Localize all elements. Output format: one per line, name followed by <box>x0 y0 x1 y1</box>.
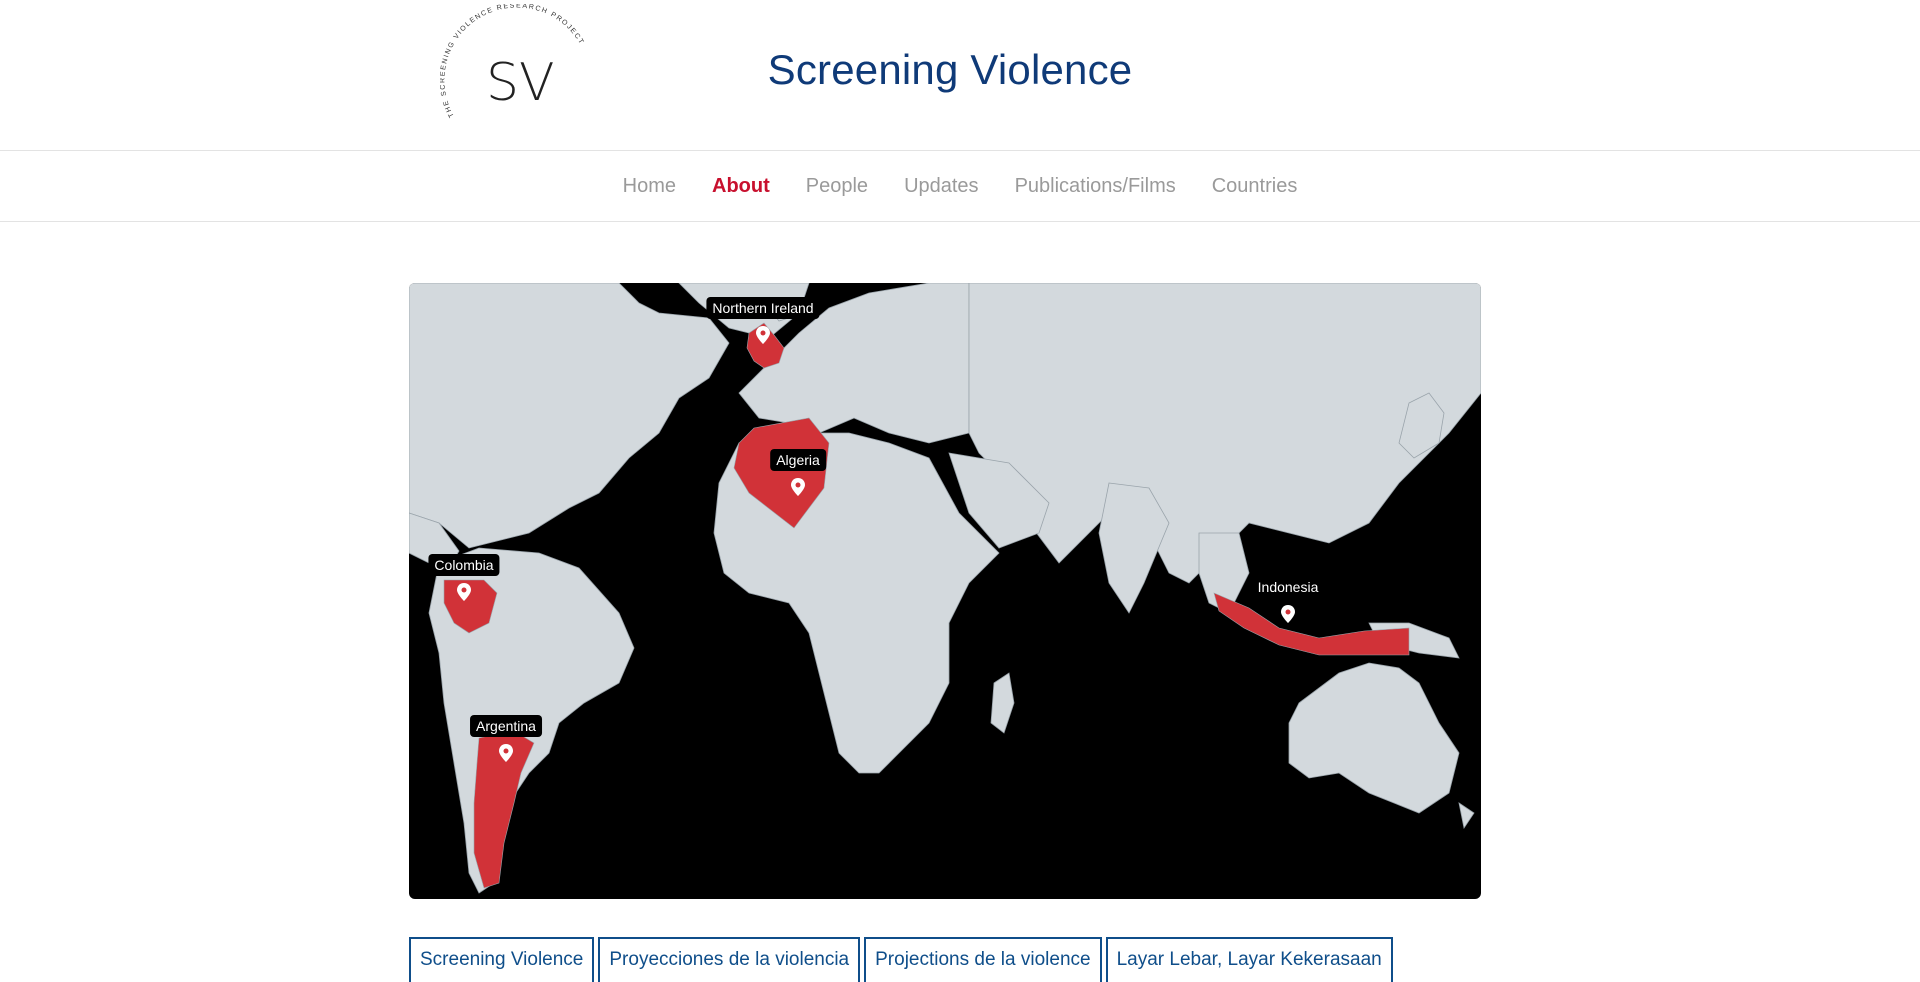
nav-item-home[interactable]: Home <box>623 175 676 198</box>
marker-label-indonesia[interactable]: Indonesia <box>1251 576 1325 598</box>
tab-screening-violence[interactable]: Screening Violence <box>409 937 595 982</box>
nav-item-people[interactable]: People <box>806 175 868 198</box>
marker-label-colombia[interactable]: Colombia <box>428 554 500 576</box>
new-zealand-shape <box>1458 802 1475 830</box>
marker-label-argentina[interactable]: Argentina <box>470 715 542 737</box>
world-map[interactable]: Northern Ireland Algeria Colombia Indone… <box>409 283 1481 899</box>
site-header: THE SCREENING VIOLENCE RESEARCH PROJECT … <box>0 0 1920 150</box>
australia-shape <box>1288 662 1460 814</box>
tab-layar-lebar-layar-kekerasaan[interactable]: Layar Lebar, Layar Kekerasaan <box>1105 937 1393 982</box>
nav-item-updates[interactable]: Updates <box>904 175 979 198</box>
map-pin-icon[interactable] <box>457 583 471 601</box>
map-pin-icon[interactable] <box>756 326 770 344</box>
nav-item-publications-films[interactable]: Publications/Films <box>1015 175 1176 198</box>
nav-item-countries[interactable]: Countries <box>1212 175 1298 198</box>
marker-label-northern-ireland[interactable]: Northern Ireland <box>706 297 820 319</box>
tab-proyecciones-de-la-violencia[interactable]: Proyecciones de la violencia <box>598 937 861 982</box>
map-pin-icon[interactable] <box>499 744 513 762</box>
map-pin-icon[interactable] <box>1281 605 1295 623</box>
nav-item-about[interactable]: About <box>712 175 770 198</box>
marker-label-algeria[interactable]: Algeria <box>770 449 826 471</box>
site-logo[interactable]: THE SCREENING VIOLENCE RESEARCH PROJECT … <box>440 4 590 124</box>
north-america-shape <box>409 283 730 549</box>
language-tabs: Screening Violence Proyecciones de la vi… <box>409 937 1393 982</box>
logo-initials: SV <box>486 53 555 113</box>
main-nav: Home About People Updates Publications/F… <box>0 150 1920 222</box>
site-title[interactable]: Screening Violence <box>700 46 1200 94</box>
map-pin-icon[interactable] <box>791 478 805 496</box>
madagascar-shape <box>990 672 1015 734</box>
tab-projections-de-la-violence[interactable]: Projections de la violence <box>864 937 1102 982</box>
